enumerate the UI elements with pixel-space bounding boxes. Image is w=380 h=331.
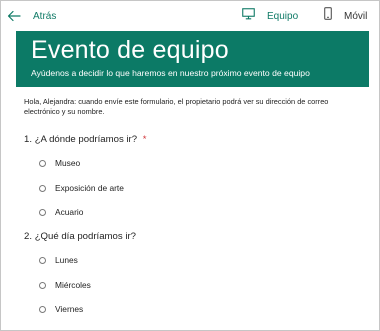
radio-button[interactable] [39,184,46,192]
question-2-number: 2. [24,231,33,242]
option-museo[interactable]: Museo [39,156,80,170]
monitor-icon [242,7,255,25]
required-mark: * [142,134,147,145]
view-mobile-label: Móvil [344,10,368,22]
option-lunes[interactable]: Lunes [39,253,78,267]
radio-button[interactable] [39,281,46,289]
option-label: Viernes [55,304,84,314]
back-label: Atrás [33,10,57,22]
option-label: Miércoles [55,280,91,290]
view-mobile-button[interactable]: Móvil [324,6,367,26]
phone-icon [324,7,332,25]
radio-button[interactable] [39,256,46,264]
top-bar: Atrás Equipo Móvil [1,1,379,31]
radio-button[interactable] [39,305,46,313]
view-team-label: Equipo [267,10,299,22]
question-1: 1. ¿A dónde podríamos ir? * [24,134,147,145]
form-window: Atrás Equipo Móvil Evento de equipo Ayúd… [0,0,380,331]
question-2: 2. ¿Qué día podríamos ir? [24,231,136,242]
back-button[interactable]: Atrás [7,6,56,26]
option-label: Lunes [55,255,78,265]
back-arrow-icon [7,10,21,22]
form-header-banner: Evento de equipo Ayúdenos a decidir lo q… [16,31,369,87]
radio-button[interactable] [39,208,46,216]
option-acuario[interactable]: Acuario [39,205,83,219]
option-viernes[interactable]: Viernes [39,302,83,316]
option-miercoles[interactable]: Miércoles [39,278,91,292]
view-team-button[interactable]: Equipo [242,6,298,26]
radio-button[interactable] [39,159,46,167]
option-label: Museo [55,158,81,168]
question-2-text: ¿Qué día podríamos ir? [34,231,137,242]
form-subtitle: Ayúdenos a decidir lo que haremos en nue… [31,68,310,78]
form-title: Evento de equipo [31,36,229,64]
question-1-text: ¿A dónde podríamos ir? [34,134,138,145]
question-1-number: 1. [24,134,33,145]
option-exposicion-de-arte[interactable]: Exposición de arte [39,181,124,195]
option-label: Acuario [55,207,84,217]
privacy-notice: Hola, Alejandra: cuando envíe este formu… [24,97,329,116]
option-label: Exposición de arte [55,183,124,193]
